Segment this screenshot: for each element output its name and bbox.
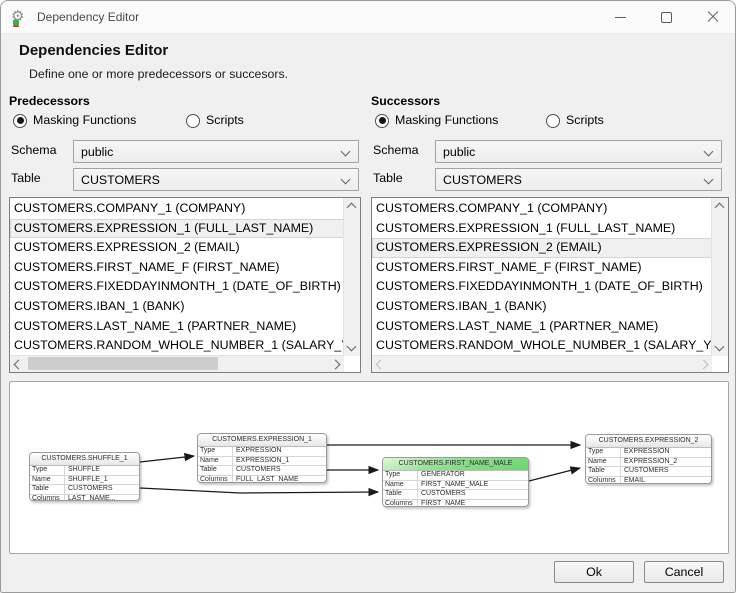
predecessors-masking-functions-radio[interactable]: Masking Functions bbox=[13, 112, 136, 130]
chevron-down-icon bbox=[340, 174, 351, 185]
close-button[interactable] bbox=[690, 1, 735, 33]
diagram-node-shuffle-1[interactable]: CUSTOMERS.SHUFFLE_1 Type SHUFFLE Name SHUF… bbox=[29, 452, 140, 501]
list-item[interactable]: CUSTOMERS.FIXEDDAYINMONTH_1 (DATE_OF_BIR… bbox=[372, 277, 712, 297]
radio-selected-icon bbox=[375, 113, 389, 128]
successors-section-label: Successors bbox=[371, 94, 441, 108]
successors-list-items: CUSTOMERS.COMPANY_1 (COMPANY) CUSTOMERS.… bbox=[372, 199, 712, 356]
chevron-down-icon bbox=[703, 146, 714, 157]
scroll-down-icon bbox=[346, 341, 357, 352]
scroll-left-icon bbox=[13, 359, 24, 370]
ok-button[interactable]: Ok bbox=[554, 561, 634, 583]
vertical-scrollbar[interactable] bbox=[711, 198, 728, 356]
page-subtitle: Define one or more predecessors or succe… bbox=[29, 67, 289, 81]
diagram-node-expression-1[interactable]: CUSTOMERS.EXPRESSION_1 Type EXPRESSION Na… bbox=[197, 433, 327, 483]
list-item[interactable]: CUSTOMERS.IBAN_1 (BANK) bbox=[10, 297, 344, 317]
predecessors-scripts-radio[interactable]: Scripts bbox=[186, 112, 244, 130]
predecessors-schema-label: Schema bbox=[11, 143, 57, 157]
successors-masking-functions-radio[interactable]: Masking Functions bbox=[375, 112, 498, 130]
scroll-right-icon bbox=[330, 359, 341, 370]
dependency-editor-window: ⚙ Dependency Editor Dependencies Editor … bbox=[0, 0, 736, 593]
list-item-selected[interactable]: CUSTOMERS.EXPRESSION_1 (FULL_LAST_NAME) bbox=[10, 218, 344, 239]
list-item[interactable]: CUSTOMERS.EXPRESSION_1 (FULL_LAST_NAME) bbox=[372, 219, 712, 239]
horizontal-scrollbar[interactable] bbox=[372, 355, 712, 372]
minimize-button[interactable] bbox=[598, 1, 643, 33]
titlebar[interactable]: ⚙ Dependency Editor bbox=[1, 1, 735, 34]
list-item[interactable]: CUSTOMERS.RANDOM_WHOLE_NUMBER_1 (SALARY_… bbox=[10, 336, 344, 356]
predecessors-list-items: CUSTOMERS.COMPANY_1 (COMPANY) CUSTOMERS.… bbox=[10, 199, 344, 356]
scroll-down-icon bbox=[714, 341, 725, 352]
chevron-down-icon bbox=[703, 174, 714, 185]
maximize-icon bbox=[661, 11, 672, 23]
predecessors-radio-row: Masking Functions Scripts bbox=[13, 112, 353, 130]
scroll-up-icon bbox=[714, 202, 725, 213]
cancel-button[interactable]: Cancel bbox=[644, 561, 724, 583]
list-item[interactable]: CUSTOMERS.LAST_NAME_1 (PARTNER_NAME) bbox=[372, 317, 712, 337]
list-item[interactable]: CUSTOMERS.FIXEDDAYINMONTH_1 (DATE_OF_BIR… bbox=[10, 277, 344, 297]
successors-schema-select[interactable]: public bbox=[435, 140, 722, 163]
successors-scripts-radio[interactable]: Scripts bbox=[546, 112, 604, 130]
window-title: Dependency Editor bbox=[37, 10, 140, 24]
page-title: Dependencies Editor bbox=[19, 42, 169, 59]
predecessors-schema-select[interactable]: public bbox=[73, 140, 359, 163]
vertical-scrollbar[interactable] bbox=[343, 198, 360, 356]
list-item[interactable]: CUSTOMERS.FIRST_NAME_F (FIRST_NAME) bbox=[10, 258, 344, 278]
dependency-diagram: CUSTOMERS.SHUFFLE_1 Type SHUFFLE Name SHUF… bbox=[9, 381, 729, 554]
successors-table-select[interactable]: CUSTOMERS bbox=[435, 168, 722, 191]
successors-schema-label: Schema bbox=[373, 143, 419, 157]
list-item[interactable]: CUSTOMERS.COMPANY_1 (COMPANY) bbox=[372, 199, 712, 219]
scroll-right-icon bbox=[698, 359, 709, 370]
radio-selected-icon bbox=[13, 113, 27, 128]
list-item[interactable]: CUSTOMERS.FIRST_NAME_F (FIRST_NAME) bbox=[372, 258, 712, 278]
scroll-left-icon bbox=[375, 359, 386, 370]
minimize-icon bbox=[615, 16, 626, 18]
predecessors-table-label: Table bbox=[11, 171, 41, 185]
successors-table-label: Table bbox=[373, 171, 403, 185]
successors-list: CUSTOMERS.COMPANY_1 (COMPANY) CUSTOMERS.… bbox=[371, 197, 729, 373]
chevron-down-icon bbox=[340, 146, 351, 157]
predecessors-table-select[interactable]: CUSTOMERS bbox=[73, 168, 359, 191]
list-item[interactable]: CUSTOMERS.EXPRESSION_2 (EMAIL) bbox=[10, 238, 344, 258]
list-item[interactable]: CUSTOMERS.IBAN_1 (BANK) bbox=[372, 297, 712, 317]
diagram-node-first-name-male[interactable]: CUSTOMERS.FIRST_NAME_MALE Type GENERATOR … bbox=[382, 457, 529, 507]
radio-unselected-icon bbox=[546, 113, 560, 128]
radio-unselected-icon bbox=[186, 113, 200, 128]
scrollbar-thumb[interactable] bbox=[28, 357, 218, 370]
maximize-button[interactable] bbox=[644, 1, 689, 33]
list-item[interactable]: CUSTOMERS.COMPANY_1 (COMPANY) bbox=[10, 199, 344, 219]
app-gear-icon: ⚙ bbox=[11, 8, 25, 27]
list-item-selected[interactable]: CUSTOMERS.EXPRESSION_2 (EMAIL) bbox=[372, 238, 712, 258]
close-icon bbox=[707, 11, 719, 23]
predecessors-section-label: Predecessors bbox=[9, 94, 90, 108]
diagram-node-expression-2[interactable]: CUSTOMERS.EXPRESSION_2 Type EXPRESSION Na… bbox=[585, 434, 712, 484]
predecessors-list: CUSTOMERS.COMPANY_1 (COMPANY) CUSTOMERS.… bbox=[9, 197, 361, 373]
list-item[interactable]: CUSTOMERS.LAST_NAME_1 (PARTNER_NAME) bbox=[10, 317, 344, 337]
list-item[interactable]: CUSTOMERS.RANDOM_WHOLE_NUMBER_1 (SALARY_… bbox=[372, 336, 712, 356]
horizontal-scrollbar[interactable] bbox=[10, 355, 344, 372]
successors-radio-row: Masking Functions Scripts bbox=[375, 112, 715, 130]
scroll-up-icon bbox=[346, 202, 357, 213]
